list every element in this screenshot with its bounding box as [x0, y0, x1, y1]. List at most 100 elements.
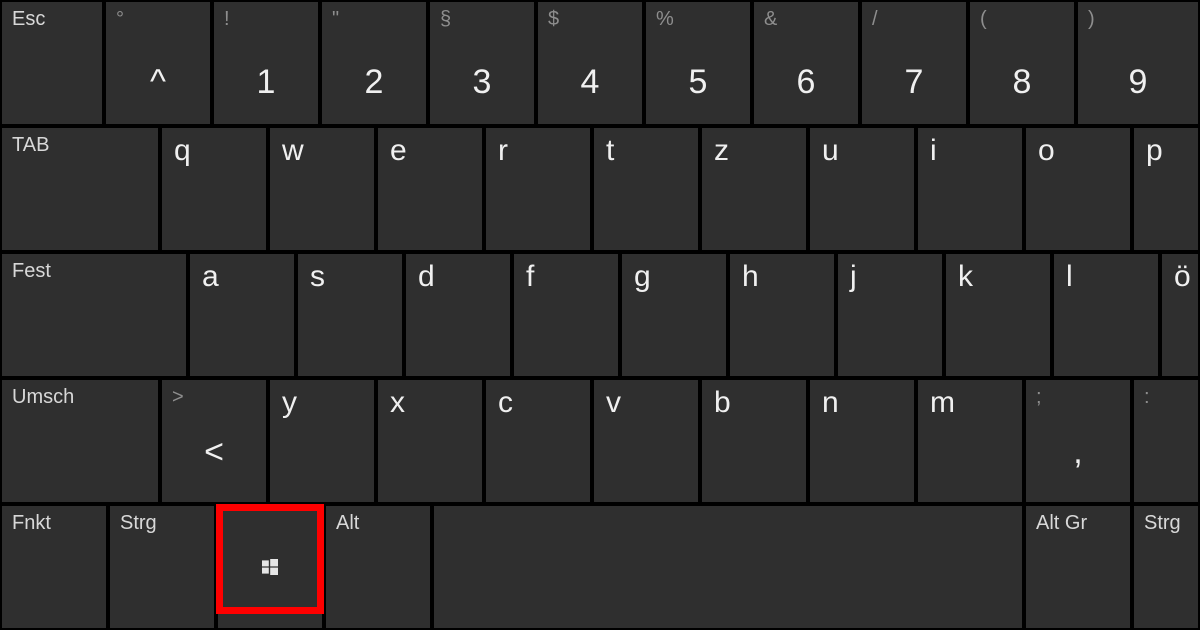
key-alt-label: Alt [336, 512, 359, 535]
key-caps-label: Fest [12, 260, 51, 283]
key-a-label: a [202, 260, 219, 294]
key-k-label: k [958, 260, 973, 294]
key-caret-main: ^ [106, 63, 210, 102]
key-1[interactable]: ! 1 [214, 2, 318, 124]
key-4-main: 4 [538, 63, 642, 102]
key-2-main: 2 [322, 63, 426, 102]
key-r[interactable]: r [486, 128, 590, 250]
key-5[interactable]: % 5 [646, 2, 750, 124]
key-shift[interactable]: Umsch [2, 380, 158, 502]
key-3[interactable]: § 3 [430, 2, 534, 124]
key-o[interactable]: o [1026, 128, 1130, 250]
key-2[interactable]: " 2 [322, 2, 426, 124]
key-u[interactable]: u [810, 128, 914, 250]
key-c[interactable]: c [486, 380, 590, 502]
key-oe[interactable]: ö [1162, 254, 1198, 376]
key-l[interactable]: l [1054, 254, 1158, 376]
key-3-secondary: § [440, 8, 451, 31]
key-tab[interactable]: TAB [2, 128, 158, 250]
key-comma[interactable]: ; , [1026, 380, 1130, 502]
key-q[interactable]: q [162, 128, 266, 250]
key-p[interactable]: p [1134, 128, 1198, 250]
key-w[interactable]: w [270, 128, 374, 250]
key-e[interactable]: e [378, 128, 482, 250]
key-8-secondary: ( [980, 8, 987, 31]
key-1-secondary: ! [224, 8, 230, 31]
key-fn[interactable]: Fnkt [2, 506, 106, 628]
key-y[interactable]: y [270, 380, 374, 502]
key-n[interactable]: n [810, 380, 914, 502]
key-v[interactable]: v [594, 380, 698, 502]
key-7[interactable]: / 7 [862, 2, 966, 124]
key-9[interactable]: ) 9 [1078, 2, 1198, 124]
key-alt[interactable]: Alt [326, 506, 430, 628]
key-r-label: r [498, 134, 508, 168]
key-4[interactable]: $ 4 [538, 2, 642, 124]
key-8[interactable]: ( 8 [970, 2, 1074, 124]
key-g[interactable]: g [622, 254, 726, 376]
key-v-label: v [606, 386, 621, 420]
key-m[interactable]: m [918, 380, 1022, 502]
key-l-label: l [1066, 260, 1073, 294]
key-x[interactable]: x [378, 380, 482, 502]
key-lessthan[interactable]: > < [162, 380, 266, 502]
key-o-label: o [1038, 134, 1055, 168]
key-ctrl-right-label: Strg [1144, 512, 1181, 535]
key-i[interactable]: i [918, 128, 1022, 250]
key-period[interactable]: : . [1134, 380, 1198, 502]
key-d[interactable]: d [406, 254, 510, 376]
on-screen-keyboard: Esc ° ^ ! 1 " 2 § 3 $ 4 % 5 & 6 / 7 ( 8 … [0, 0, 1200, 630]
key-h-label: h [742, 260, 759, 294]
key-caret[interactable]: ° ^ [106, 2, 210, 124]
key-8-main: 8 [970, 63, 1074, 102]
key-ctrl-right[interactable]: Strg [1134, 506, 1198, 628]
key-win[interactable] [218, 506, 322, 628]
key-w-label: w [282, 134, 304, 168]
key-c-label: c [498, 386, 513, 420]
key-6-secondary: & [764, 8, 777, 31]
key-f-label: f [526, 260, 534, 294]
key-caps[interactable]: Fest [2, 254, 186, 376]
key-j-label: j [850, 260, 857, 294]
key-d-label: d [418, 260, 435, 294]
key-b[interactable]: b [702, 380, 806, 502]
key-lessthan-secondary: > [172, 386, 184, 409]
key-e-label: e [390, 134, 407, 168]
key-i-label: i [930, 134, 937, 168]
key-5-secondary: % [656, 8, 674, 31]
key-m-label: m [930, 386, 955, 420]
key-4-secondary: $ [548, 8, 559, 31]
key-6[interactable]: & 6 [754, 2, 858, 124]
key-caret-secondary: ° [116, 8, 124, 31]
key-comma-main: , [1026, 433, 1130, 472]
key-h[interactable]: h [730, 254, 834, 376]
key-space[interactable] [434, 506, 1022, 628]
key-f[interactable]: f [514, 254, 618, 376]
key-3-main: 3 [430, 63, 534, 102]
key-a[interactable]: a [190, 254, 294, 376]
key-t[interactable]: t [594, 128, 698, 250]
key-j[interactable]: j [838, 254, 942, 376]
key-tab-label: TAB [12, 134, 49, 157]
key-9-secondary: ) [1088, 8, 1095, 31]
key-z[interactable]: z [702, 128, 806, 250]
key-ctrl-left-label: Strg [120, 512, 157, 535]
key-s-label: s [310, 260, 325, 294]
key-esc[interactable]: Esc [2, 2, 102, 124]
key-2-secondary: " [332, 8, 339, 31]
key-k[interactable]: k [946, 254, 1050, 376]
key-b-label: b [714, 386, 731, 420]
key-x-label: x [390, 386, 405, 420]
key-6-main: 6 [754, 63, 858, 102]
key-esc-label: Esc [12, 8, 45, 31]
key-s[interactable]: s [298, 254, 402, 376]
key-altgr[interactable]: Alt Gr [1026, 506, 1130, 628]
key-comma-secondary: ; [1036, 386, 1042, 409]
key-5-main: 5 [646, 63, 750, 102]
key-u-label: u [822, 134, 839, 168]
windows-logo-icon [262, 559, 278, 575]
key-shift-label: Umsch [12, 386, 74, 409]
key-ctrl-left[interactable]: Strg [110, 506, 214, 628]
key-q-label: q [174, 134, 191, 168]
key-oe-label: ö [1174, 260, 1191, 294]
